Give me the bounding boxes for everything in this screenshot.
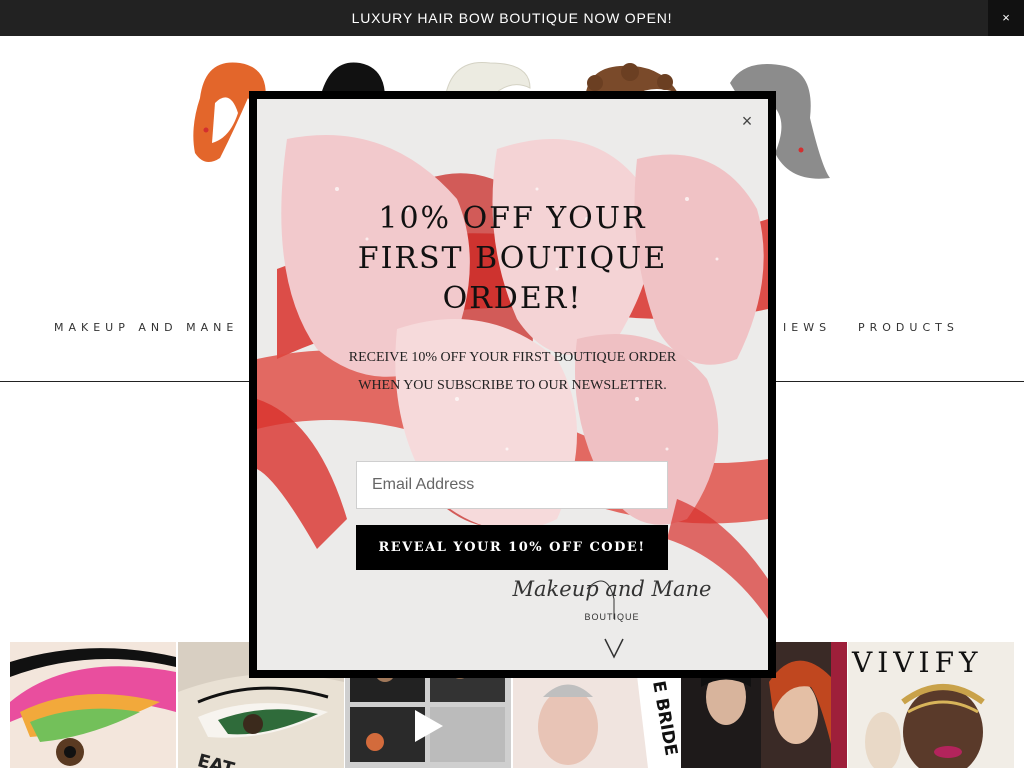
brand-subtitle: BOUTIQUE bbox=[584, 612, 640, 622]
instagram-thumb-1[interactable] bbox=[10, 642, 176, 768]
boutique-brand-mark: Makeup and Mane BOUTIQUE bbox=[512, 577, 712, 667]
nav-makeup-and-mane[interactable]: MAKEUP AND MANE bbox=[54, 321, 238, 334]
newsletter-modal: × 10% OFF YOUR FIRST BOUTIQUE ORDER! REC… bbox=[249, 91, 776, 678]
nav-reviews[interactable]: IEWS bbox=[783, 321, 831, 334]
announcement-bar: LUXURY HAIR BOW BOUTIQUE NOW OPEN! × bbox=[0, 0, 1024, 36]
reveal-code-button[interactable]: REVEAL YOUR 10% OFF CODE! bbox=[356, 525, 668, 570]
thumb-6-caption: VIVIFY bbox=[851, 646, 982, 679]
modal-close-button[interactable]: × bbox=[739, 112, 755, 130]
announcement-close-button[interactable]: × bbox=[988, 0, 1024, 36]
nav-products[interactable]: PRODUCTS bbox=[858, 321, 959, 334]
email-input[interactable] bbox=[356, 461, 668, 509]
newsletter-modal-panel: × 10% OFF YOUR FIRST BOUTIQUE ORDER! REC… bbox=[257, 99, 768, 670]
brand-name: Makeup and Mane bbox=[512, 577, 712, 601]
instagram-thumb-6[interactable]: VIVIFY bbox=[848, 642, 1014, 768]
modal-title: 10% OFF YOUR FIRST BOUTIQUE ORDER! bbox=[357, 201, 668, 316]
modal-subtitle: RECEIVE 10% OFF YOUR FIRST BOUTIQUE ORDE… bbox=[348, 350, 677, 393]
announcement-text: LUXURY HAIR BOW BOUTIQUE NOW OPEN! bbox=[351, 10, 673, 26]
